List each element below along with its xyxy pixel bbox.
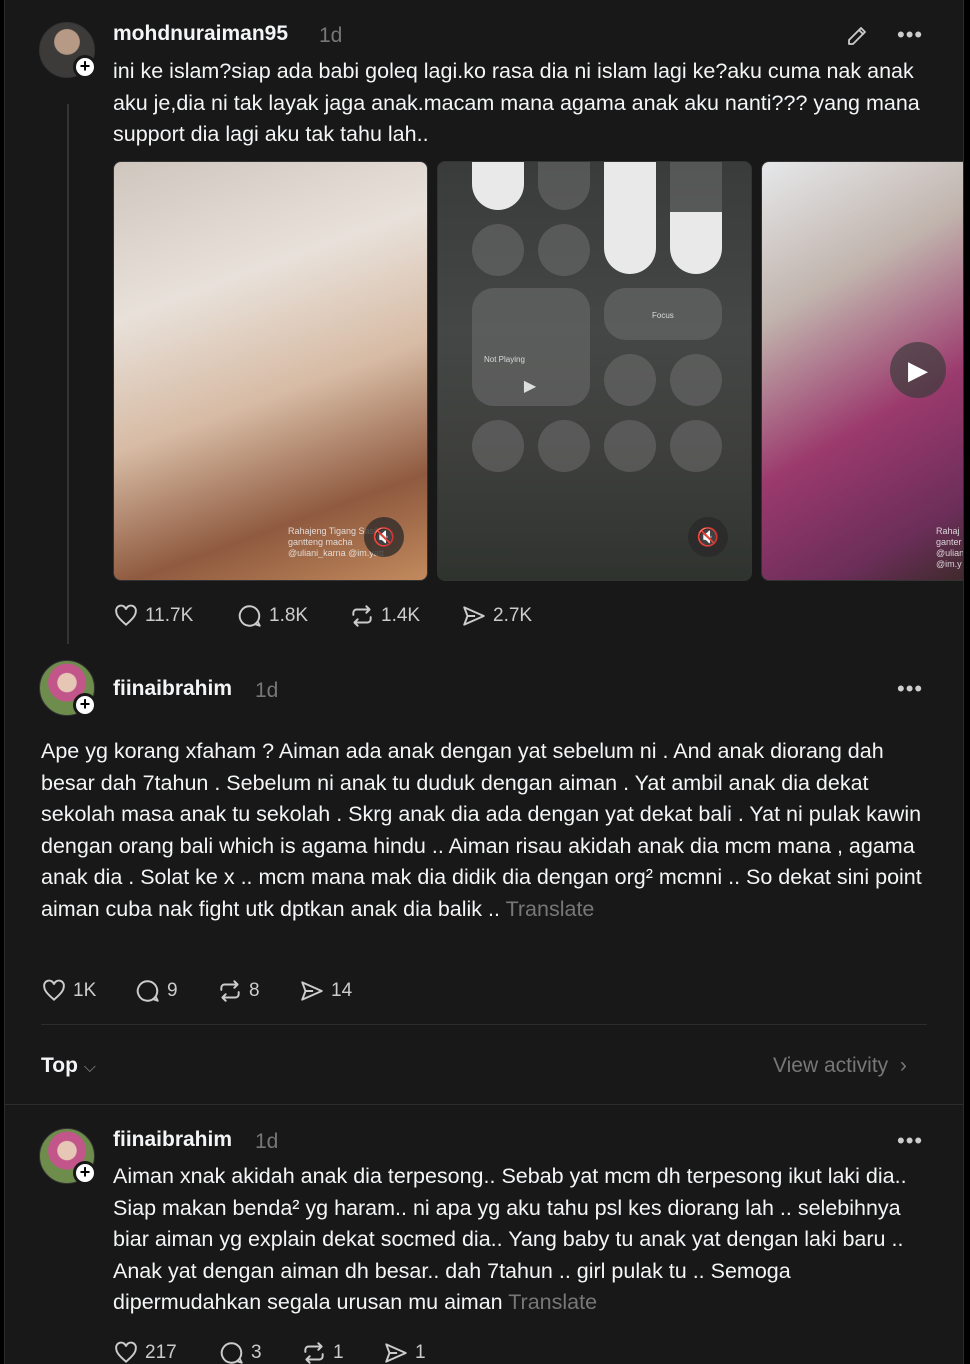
heart-icon — [115, 1341, 137, 1363]
heart-icon — [115, 604, 137, 626]
comment-count: 3 — [251, 1342, 262, 1363]
rotation-lock-icon — [472, 162, 524, 210]
follow-plus-icon[interactable]: + — [73, 55, 97, 79]
comment-button[interactable]: 3 — [219, 1340, 262, 1364]
reply-text-content: Ape yg korang xfaham ? Aiman ada anak de… — [41, 739, 922, 921]
like-count: 11.7K — [145, 605, 194, 626]
repost-icon — [304, 1342, 324, 1364]
comment-button[interactable]: 9 — [135, 978, 178, 1004]
share-count: 2.7K — [493, 605, 533, 626]
repost-count: 8 — [249, 980, 260, 1001]
calculator-icon — [538, 224, 590, 276]
reply-text: Aiman xnak akidah anak dia terpesong.. S… — [113, 1161, 928, 1319]
post-time: 1d — [319, 24, 343, 47]
like-button[interactable]: 1K — [41, 978, 96, 1004]
reply-text: Ape yg korang xfaham ? Aiman ada anak de… — [41, 736, 931, 925]
comment-icon — [220, 1342, 243, 1364]
video-caption: Rahaj ganter @ulian @im.y — [936, 526, 964, 569]
brightness-slider — [604, 162, 656, 274]
post-video-3[interactable]: ▶ Rahaj ganter @ulian @im.y — [761, 161, 964, 581]
post-video-1[interactable]: Rahajeng Tigang Sasih ... gantteng macha… — [113, 161, 428, 581]
like-count: 217 — [145, 1342, 177, 1363]
like-button[interactable]: 217 — [113, 1340, 177, 1364]
more-options-icon[interactable]: ••• — [897, 22, 923, 48]
focus-label: Focus — [652, 311, 674, 320]
post-image-2[interactable]: Not Playing ▶ Focus 🔇 — [437, 161, 752, 581]
translate-link[interactable]: Translate — [508, 1290, 597, 1314]
comment-count: 1.8K — [269, 605, 309, 626]
volume-fill — [670, 212, 722, 274]
comment-icon — [136, 980, 159, 1002]
reply-username[interactable]: fiinaibrahim — [113, 677, 232, 701]
reply-username[interactable]: fiinaibrahim — [113, 1128, 232, 1152]
record-icon — [538, 420, 590, 472]
flashlight-icon — [472, 224, 524, 276]
sort-label: Top — [41, 1054, 78, 1077]
follow-plus-icon[interactable]: + — [73, 1161, 97, 1185]
share-icon — [385, 1343, 407, 1363]
share-count: 1 — [415, 1342, 426, 1363]
play-button-icon[interactable]: ▶ — [890, 342, 946, 398]
share-icon — [301, 981, 323, 1001]
alarm-icon — [604, 420, 656, 472]
timer-icon — [472, 420, 524, 472]
mute-icon[interactable]: 🔇 — [688, 517, 728, 557]
thread-line — [67, 104, 69, 644]
screen-mirror-icon — [538, 162, 590, 210]
mute-icon[interactable]: 🔇 — [364, 517, 404, 557]
heart-icon — [43, 979, 65, 1001]
share-count: 14 — [331, 980, 353, 1001]
reply-time: 1d — [255, 679, 279, 702]
more-options-icon[interactable]: ••• — [897, 676, 923, 702]
section-divider — [5, 1104, 963, 1105]
comment-count: 9 — [167, 980, 178, 1001]
share-button[interactable]: 14 — [299, 978, 352, 1004]
shazam-icon — [670, 420, 722, 472]
translate-link[interactable]: Translate — [506, 897, 595, 921]
share-button[interactable]: 1 — [383, 1340, 426, 1364]
more-options-icon[interactable]: ••• — [897, 1128, 923, 1154]
reply-time: 1d — [255, 1130, 279, 1153]
comment-button[interactable]: 1.8K — [237, 603, 308, 629]
chevron-right-icon: › — [894, 1054, 907, 1077]
follow-plus-icon[interactable]: + — [73, 693, 97, 717]
share-icon — [463, 606, 485, 626]
repost-button[interactable]: 1 — [301, 1340, 344, 1364]
like-count: 1K — [73, 980, 97, 1001]
repost-count: 1 — [333, 1342, 344, 1363]
like-button[interactable]: 11.7K — [113, 603, 193, 629]
view-activity-link[interactable]: View activity › — [773, 1054, 907, 1078]
thread-panel: + mohdnuraiman95 1d ••• ini ke islam?sia… — [4, 0, 964, 1364]
share-button[interactable]: 2.7K — [461, 603, 532, 629]
post-username[interactable]: mohdnuraiman95 — [113, 22, 288, 46]
comment-icon — [238, 605, 261, 627]
view-activity-label: View activity — [773, 1054, 889, 1077]
play-icon: ▶ — [523, 378, 537, 395]
repost-button[interactable]: 1.4K — [349, 603, 420, 629]
repost-count: 1.4K — [381, 605, 421, 626]
repost-button[interactable]: 8 — [217, 978, 260, 1004]
repost-icon — [220, 980, 240, 1002]
divider — [41, 1024, 927, 1025]
camera-icon — [604, 354, 656, 406]
qr-scanner-icon — [670, 354, 722, 406]
repost-icon — [352, 605, 372, 627]
edit-icon[interactable] — [845, 24, 869, 48]
now-playing-label: Not Playing — [484, 355, 525, 364]
post-text: ini ke islam?siap ada babi goleq lagi.ko… — [113, 59, 920, 146]
chevron-down-icon: ⌵ — [83, 1059, 96, 1076]
sort-dropdown[interactable]: Top ⌵ — [41, 1054, 96, 1078]
